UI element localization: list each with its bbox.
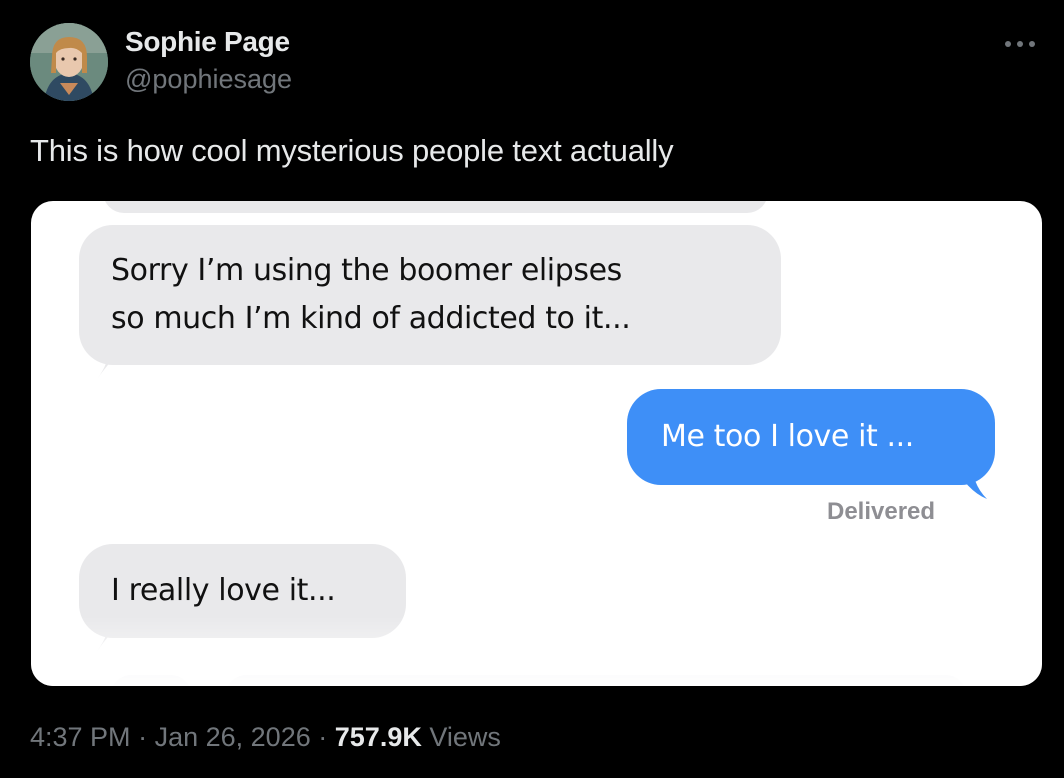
author-name[interactable]: Sophie Page <box>125 26 290 58</box>
image-fade-overlay <box>31 616 1042 686</box>
views-count: 757.9K <box>334 722 422 752</box>
author-handle[interactable]: @pophiesage <box>125 64 292 95</box>
meta-separator: · <box>318 722 328 752</box>
received-message-bubble: Sorry I’m using the boomer elipses so mu… <box>79 225 781 365</box>
meta-separator: · <box>138 722 148 752</box>
bubble-tail <box>951 461 987 499</box>
tweet-media-image[interactable]: Sorry I’m using the boomer elipses so mu… <box>31 201 1042 686</box>
previous-message-bubble <box>103 201 768 213</box>
message-line: Sorry I’m using the boomer elipses <box>111 253 622 288</box>
tweet-time[interactable]: 4:37 PM <box>30 722 131 752</box>
more-horizontal-icon[interactable] <box>1000 36 1040 52</box>
message-line: Me too I love it ... <box>661 419 914 454</box>
avatar[interactable] <box>30 23 108 101</box>
delivered-status: Delivered <box>827 498 936 525</box>
tweet-meta: 4:37 PM · Jan 26, 2026 · 757.9K Views <box>30 722 501 753</box>
message-line: so much I’m kind of addicted to it... <box>111 301 631 336</box>
tweet-date[interactable]: Jan 26, 2026 <box>155 722 311 752</box>
tweet-text: This is how cool mysterious people text … <box>30 133 674 168</box>
views-label: Views <box>429 722 501 752</box>
sent-message-bubble: Me too I love it ... <box>627 389 995 485</box>
bubble-tail <box>97 341 129 379</box>
message-line: I really love it... <box>111 573 336 608</box>
